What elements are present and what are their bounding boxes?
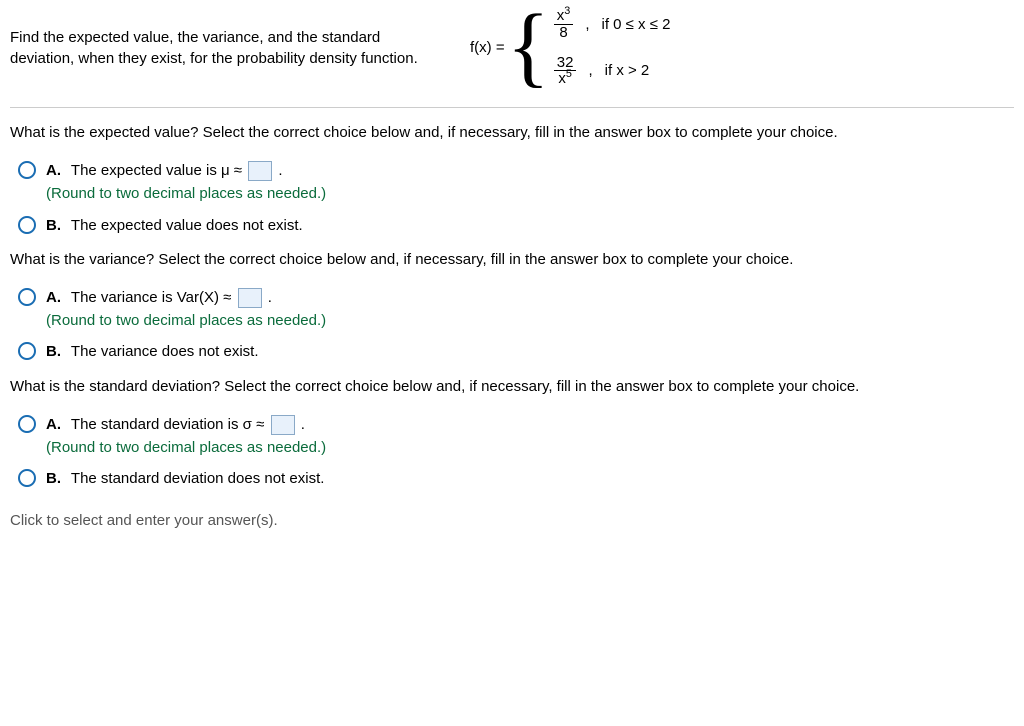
choice-label-B: B.: [46, 217, 61, 234]
q2-choice-B[interactable]: B. The variance does not exist.: [18, 340, 1014, 363]
radio-icon[interactable]: [18, 216, 36, 234]
choice-label-A: A.: [46, 162, 61, 179]
choice-label-A: A.: [46, 289, 61, 306]
q2-A-text-post: .: [268, 289, 272, 306]
q3-A-text-post: .: [301, 416, 305, 433]
radio-icon[interactable]: [18, 288, 36, 306]
left-brace: {: [507, 9, 550, 86]
formula-cases: x3 8 , if 0 ≤ x ≤ 2 32 x5 , if x > 2: [554, 8, 671, 87]
q3-A-text-pre: The standard deviation is σ ≈: [71, 416, 264, 433]
q1-choice-A[interactable]: A. The expected value is μ ≈ . (Round to…: [18, 159, 1014, 206]
case2-fraction: 32 x5: [554, 55, 577, 88]
q3-A-answer-input[interactable]: [271, 415, 295, 435]
formula-lhs: f(x) =: [470, 39, 505, 56]
question-expected-value: What is the expected value? Select the c…: [10, 124, 1014, 141]
q2-B-text: The variance does not exist.: [71, 343, 259, 360]
question-std-dev: What is the standard deviation? Select t…: [10, 378, 1014, 395]
divider: [10, 107, 1014, 108]
choice-label-A: A.: [46, 416, 61, 433]
q3-A-hint: (Round to two decimal places as needed.): [46, 439, 326, 456]
question-variance: What is the variance? Select the correct…: [10, 251, 1014, 268]
q3-B-text: The standard deviation does not exist.: [71, 470, 325, 487]
q2-A-text-pre: The variance is Var(X) ≈: [71, 289, 232, 306]
q1-A-text-post: .: [278, 162, 282, 179]
q3-choice-A[interactable]: A. The standard deviation is σ ≈ . (Roun…: [18, 413, 1014, 460]
prompt-text: Find the expected value, the variance, a…: [10, 27, 430, 69]
q2-A-answer-input[interactable]: [238, 288, 262, 308]
q2-A-hint: (Round to two decimal places as needed.): [46, 312, 326, 329]
case-1: x3 8 , if 0 ≤ x ≤ 2: [554, 8, 671, 41]
q1-B-text: The expected value does not exist.: [71, 217, 303, 234]
question-header: Find the expected value, the variance, a…: [10, 8, 1014, 87]
choice-label-B: B.: [46, 343, 61, 360]
case1-condition: if 0 ≤ x ≤ 2: [601, 16, 670, 33]
q1-A-answer-input[interactable]: [248, 161, 272, 181]
case-2: 32 x5 , if x > 2: [554, 55, 671, 88]
q1-choice-B[interactable]: B. The expected value does not exist.: [18, 214, 1014, 237]
q2-choice-A[interactable]: A. The variance is Var(X) ≈ . (Round to …: [18, 286, 1014, 333]
case1-fraction: x3 8: [554, 8, 574, 41]
q3-choice-B[interactable]: B. The standard deviation does not exist…: [18, 467, 1014, 490]
radio-icon[interactable]: [18, 342, 36, 360]
radio-icon[interactable]: [18, 469, 36, 487]
radio-icon[interactable]: [18, 161, 36, 179]
q1-A-text-pre: The expected value is μ ≈: [71, 162, 242, 179]
piecewise-formula: f(x) = { x3 8 , if 0 ≤ x ≤ 2 32 x5 , if …: [470, 8, 670, 87]
q1-A-hint: (Round to two decimal places as needed.): [46, 185, 326, 202]
footer-instruction: Click to select and enter your answer(s)…: [10, 512, 1014, 529]
choice-label-B: B.: [46, 470, 61, 487]
case2-condition: if x > 2: [605, 62, 650, 79]
radio-icon[interactable]: [18, 415, 36, 433]
